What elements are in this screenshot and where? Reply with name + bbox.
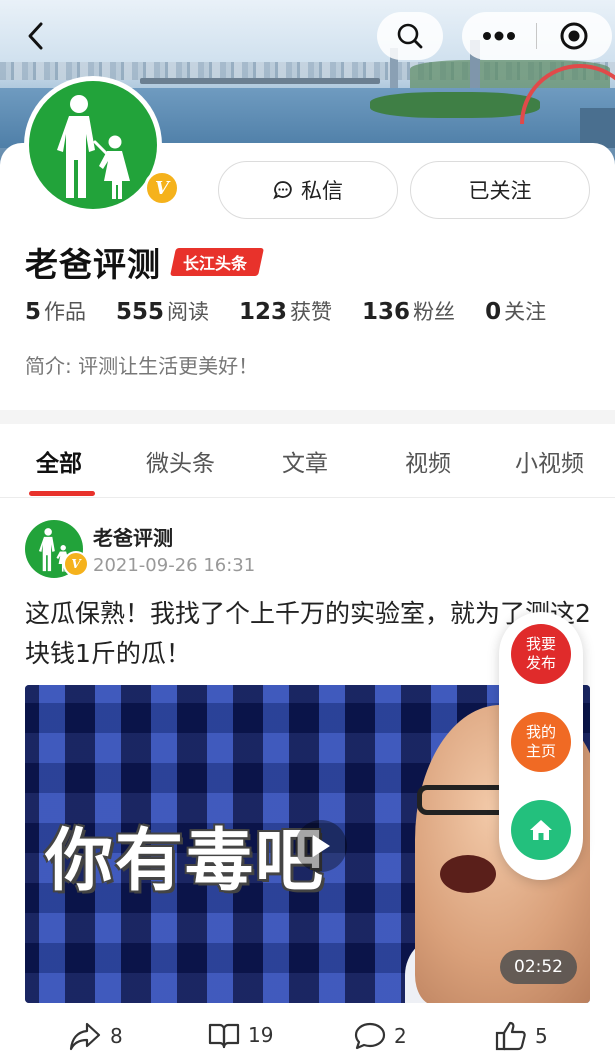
publish-label: 我要 发布: [525, 635, 556, 672]
stat-number: 136: [362, 299, 411, 325]
banner-building: [580, 108, 615, 148]
stat-following[interactable]: 0 关注: [485, 296, 546, 326]
banner-bridge: [140, 78, 380, 84]
content-tabs: 全部 微头条 文章 视频 小视频: [0, 424, 615, 498]
stat-label: 关注: [504, 300, 547, 324]
video-duration: 02:52: [500, 950, 577, 984]
tab-short-videos[interactable]: 小视频: [515, 444, 584, 478]
stat-number: 5: [25, 299, 42, 325]
play-icon: [313, 835, 330, 857]
book-icon: [208, 1023, 240, 1049]
tab-all[interactable]: 全部: [36, 444, 82, 478]
changjiang-headline-tag: 长江头条: [170, 248, 264, 276]
profile-bio: 简介: 评测让生活更美好！: [25, 354, 259, 378]
mini-program-capsule: [462, 12, 612, 60]
play-button[interactable]: [295, 820, 347, 872]
stat-number: 0: [485, 299, 502, 325]
section-divider: [0, 410, 615, 424]
stat-works[interactable]: 5 作品: [25, 296, 86, 326]
like-action[interactable]: 5: [495, 1021, 548, 1051]
read-count: 19: [248, 1023, 274, 1047]
profile-name: 老爸评测: [25, 245, 161, 284]
post-author-name[interactable]: 老爸评测: [93, 522, 173, 551]
avatar-image: [29, 81, 157, 209]
post-timestamp: 2021-09-26 16:31: [93, 555, 256, 576]
floating-action-panel: 我要 发布 我的 主页: [499, 612, 583, 880]
comment-icon: [354, 1022, 386, 1050]
post-actions: 8 19 2 5: [0, 1015, 615, 1061]
private-message-button[interactable]: 私信: [218, 161, 398, 219]
read-action[interactable]: 19: [208, 1021, 273, 1049]
verified-badge: V: [144, 170, 180, 206]
tag-label: 长江头条: [183, 254, 248, 273]
more-dots-icon: [483, 31, 515, 41]
chat-bubble-icon: [273, 180, 293, 200]
stat-number: 123: [239, 299, 288, 325]
share-count: 8: [110, 1024, 123, 1048]
banner-island: [370, 92, 540, 118]
share-icon: [69, 1022, 101, 1051]
profile-avatar[interactable]: V: [24, 76, 180, 214]
tab-videos[interactable]: 视频: [405, 444, 451, 478]
followed-label: 已关注: [468, 179, 532, 203]
stat-reads: 555 阅读: [116, 296, 209, 326]
stat-fans[interactable]: 136 粉丝: [362, 296, 455, 326]
video-overlay-text: 你有毒吧: [45, 822, 326, 901]
like-count: 5: [535, 1024, 548, 1048]
active-tab-indicator: [29, 491, 95, 496]
stat-likes: 123 获赞: [239, 296, 332, 326]
video-person-mouth: [440, 855, 496, 893]
stat-label: 作品: [44, 300, 87, 324]
thumbs-up-icon: [495, 1021, 526, 1051]
publish-button[interactable]: 我要 发布: [511, 624, 571, 684]
stat-label: 获赞: [290, 300, 333, 324]
stat-number: 555: [116, 299, 165, 325]
chevron-left-icon: [28, 22, 43, 50]
more-button[interactable]: [462, 12, 536, 60]
my-homepage-button[interactable]: 我的 主页: [511, 712, 571, 772]
home-icon: [530, 820, 552, 840]
share-action[interactable]: 8: [68, 1021, 123, 1051]
search-button[interactable]: [377, 12, 443, 60]
tab-articles[interactable]: 文章: [282, 444, 328, 478]
back-button[interactable]: [18, 18, 54, 54]
father-child-icon: [57, 95, 130, 199]
profile-name-row: 老爸评测 长江头条: [25, 238, 264, 286]
close-mini-program-button[interactable]: [537, 12, 611, 60]
post-verified-badge: V: [63, 551, 89, 577]
private-message-label: 私信: [301, 179, 343, 203]
search-icon: [397, 23, 423, 49]
comment-action[interactable]: 2: [354, 1021, 407, 1051]
tab-micro-headline[interactable]: 微头条: [146, 444, 215, 478]
comment-count: 2: [394, 1024, 407, 1048]
profile-stats: 5 作品 555 阅读 123 获赞 136 粉丝 0 关注: [25, 296, 576, 326]
followed-button[interactable]: 已关注: [410, 161, 590, 219]
target-icon: [560, 22, 588, 50]
home-button[interactable]: [511, 800, 571, 860]
my-homepage-label: 我的 主页: [525, 723, 556, 760]
stat-label: 粉丝: [413, 300, 456, 324]
stat-label: 阅读: [167, 300, 210, 324]
